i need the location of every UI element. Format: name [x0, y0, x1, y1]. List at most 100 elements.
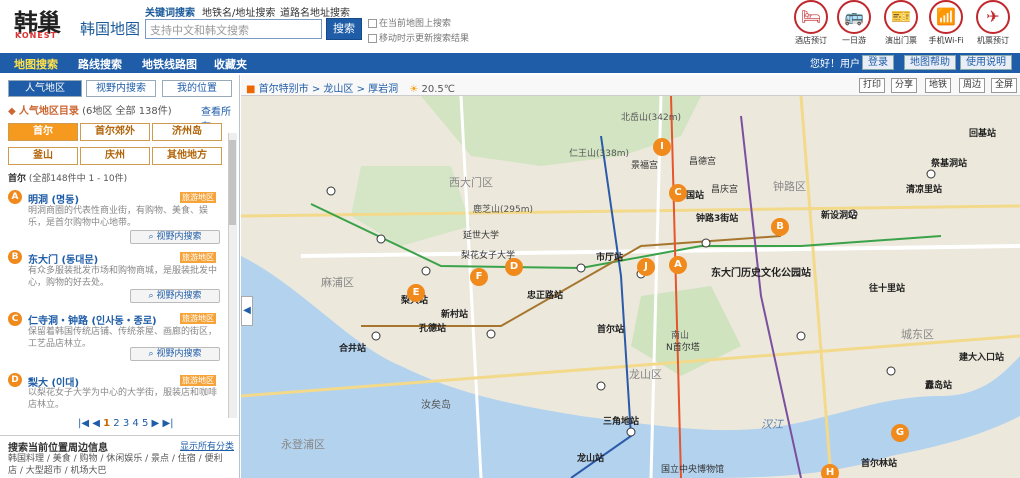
quick-tour-button[interactable]: 🚌 一日游	[829, 0, 879, 46]
crumb-neighborhood[interactable]: 厚岩洞	[368, 84, 398, 95]
logo-subtext: KONEST	[15, 31, 58, 40]
ticket-icon: 🎫	[884, 0, 918, 34]
section-header: 首尔 (全部148件中 1 - 10件)	[8, 171, 127, 184]
map-label: 鹿芝山(295m)	[473, 205, 533, 215]
show-all-categories-link[interactable]: 显示所有分类	[180, 439, 234, 452]
place-name[interactable]: 东大门 (동대문)	[28, 251, 98, 266]
region-gyeongju[interactable]: 庆州	[80, 147, 150, 165]
map-help-button[interactable]: 地图帮助	[904, 55, 956, 70]
panel-scrollbar-thumb[interactable]	[229, 140, 236, 225]
map-label: 景福宫	[631, 161, 659, 171]
search-input[interactable]: 支持中文和韩文搜索	[145, 19, 322, 39]
quick-ticket-label: 演出门票	[885, 36, 917, 45]
map-label: 首尔林站	[861, 459, 898, 469]
map-marker[interactable]: F	[470, 268, 488, 286]
crumb-district[interactable]: 龙山区	[323, 84, 353, 95]
location-breadcrumb: ■ 首尔特别市 > 龙山区 > 厚岩洞 ☀ 20.5℃	[246, 84, 455, 95]
place-search-in-view-button[interactable]: ⌕ 视野内搜索	[130, 289, 220, 303]
map-label: 仁王山(338m)	[569, 149, 629, 159]
pager-next[interactable]: ▶	[152, 418, 160, 429]
quick-ticket-button[interactable]: 🎫 演出门票	[876, 0, 926, 46]
region-seoul[interactable]: 首尔	[8, 123, 78, 141]
pager-page[interactable]: 2	[113, 418, 119, 429]
map-marker[interactable]: B	[771, 218, 789, 236]
collapse-panel-handle[interactable]: ◀	[241, 296, 253, 326]
map-label: 汝矣岛	[421, 400, 451, 411]
place-search-in-view-button[interactable]: ⌕ 视野内搜索	[130, 230, 220, 244]
search-tab-keyword[interactable]: 关键词搜索	[145, 4, 195, 19]
map-canvas[interactable]: 北岳山(342m) 仁王山(338m) 西大门区 钟路区 景福宫 昌德宫 昌庆宫…	[241, 96, 1020, 478]
map-label: 建大入口站	[959, 353, 1005, 363]
main-nav: 地图搜索 路线搜索 地铁线路图 收藏夹 您好！用户 登录 地图帮助 使用说明	[0, 53, 1020, 73]
map-label: 首尔站	[597, 325, 625, 335]
place-desc: 有众多服装批发市场和购物商城，是服装批发中心，购物的好去处。	[28, 266, 218, 288]
pager-page[interactable]: 5	[142, 418, 148, 429]
map-marker[interactable]: E	[407, 284, 425, 302]
print-button[interactable]: 打印	[859, 78, 886, 93]
search-tab-station[interactable]: 地铁名/地址搜索	[202, 4, 275, 19]
map-marker[interactable]: I	[653, 138, 671, 156]
region-busan[interactable]: 釜山	[8, 147, 78, 165]
place-marker: B	[8, 250, 22, 264]
place-marker: D	[8, 373, 22, 387]
top-header: 韩巢 KONEST 韩国地图 关键词搜索 地铁名/地址搜索 道路名地址搜索 支持…	[0, 0, 1020, 52]
search-in-map-checkbox[interactable]: 在当前地图上搜索	[368, 16, 451, 29]
map-label: 孔德站	[419, 324, 447, 334]
pager-page[interactable]: 1	[103, 418, 110, 429]
search-tab-road[interactable]: 道路名地址搜索	[280, 4, 350, 19]
place-tag: 旅游地区	[180, 252, 216, 263]
place-search-in-view-button[interactable]: ⌕ 视野内搜索	[130, 347, 220, 361]
update-on-move-checkbox[interactable]: 移动时示更新搜索结果	[368, 31, 469, 44]
nearby-button[interactable]: 周边	[959, 78, 986, 93]
map-marker[interactable]: J	[637, 258, 655, 276]
nav-route-search[interactable]: 路线搜索	[78, 56, 122, 72]
crumb-city[interactable]: 首尔特别市	[259, 84, 309, 95]
weather-temp: 20.5℃	[421, 84, 455, 95]
pager-page[interactable]: 4	[132, 418, 138, 429]
map-toolbar: ■ 首尔特别市 > 龙山区 > 厚岩洞 ☀ 20.5℃ 打印 分享 地铁 周边 …	[241, 75, 1020, 96]
region-other[interactable]: 其他地方	[152, 147, 222, 165]
place-desc: 明洞商圈的代表性商业街，有购物、美食、娱乐，是首尔购物中心地带。	[28, 206, 209, 228]
pager-first[interactable]: |◀	[78, 418, 89, 429]
login-button[interactable]: 登录	[862, 55, 894, 70]
place-search-in-view-label: 视野内搜索	[156, 349, 202, 359]
quick-wifi-button[interactable]: 📶 手机Wi-Fi	[921, 0, 971, 46]
map-label: 昌庆宫	[711, 185, 739, 195]
place-tag: 旅游地区	[180, 375, 216, 386]
search-button[interactable]: 搜索	[326, 18, 362, 40]
pager-prev[interactable]: ◀	[92, 418, 100, 429]
tab-popular-areas[interactable]: 人气地区	[8, 80, 82, 97]
tab-search-in-view[interactable]: 视野内搜索	[86, 80, 156, 97]
fullscreen-button[interactable]: 全屏	[991, 78, 1018, 93]
welcome-text: 您好！用户	[810, 59, 860, 70]
map-marker[interactable]: D	[505, 258, 523, 276]
map-marker[interactable]: A	[669, 256, 687, 274]
quick-flight-label: 机票预订	[977, 36, 1009, 45]
map-label: 回基站	[969, 129, 997, 139]
region-jeju[interactable]: 济州岛	[152, 123, 222, 141]
usage-guide-button[interactable]: 使用说明	[960, 55, 1012, 70]
place-name[interactable]: 仁寺洞・钟路 (인사동・종로)	[28, 312, 178, 327]
divider	[0, 435, 239, 436]
map-label: 西大门区	[449, 176, 493, 189]
pager-last[interactable]: ▶|	[162, 418, 173, 429]
nav-map-search[interactable]: 地图搜索	[14, 56, 58, 72]
site-title[interactable]: 韩国地图	[80, 18, 140, 39]
map-marker[interactable]: H	[821, 464, 839, 478]
map-marker[interactable]: G	[891, 424, 909, 442]
place-tag: 旅游地区	[180, 313, 216, 324]
pager-page[interactable]: 3	[123, 418, 129, 429]
share-button[interactable]: 分享	[891, 78, 918, 93]
map-marker[interactable]: C	[669, 184, 687, 202]
subway-layer-button[interactable]: 地铁	[925, 78, 952, 93]
tab-my-location[interactable]: 我的位置	[162, 80, 232, 97]
update-on-move-label: 移动时示更新搜索结果	[379, 34, 470, 44]
nearby-categories[interactable]: 韩国料理 / 美食 / 购物 / 休闲娱乐 / 景点 / 住宿 / 便利店 / …	[8, 453, 228, 477]
map-label: 麻浦区	[321, 276, 354, 289]
region-seoul-suburbs[interactable]: 首尔郊外	[80, 123, 150, 141]
place-marker: A	[8, 190, 22, 204]
quick-flight-button[interactable]: ✈ 机票预订	[968, 0, 1018, 46]
nav-subway-map[interactable]: 地铁线路图	[142, 56, 197, 72]
nav-favorites[interactable]: 收藏夹	[214, 56, 247, 72]
place-name[interactable]: 明洞 (명동)	[28, 191, 79, 206]
